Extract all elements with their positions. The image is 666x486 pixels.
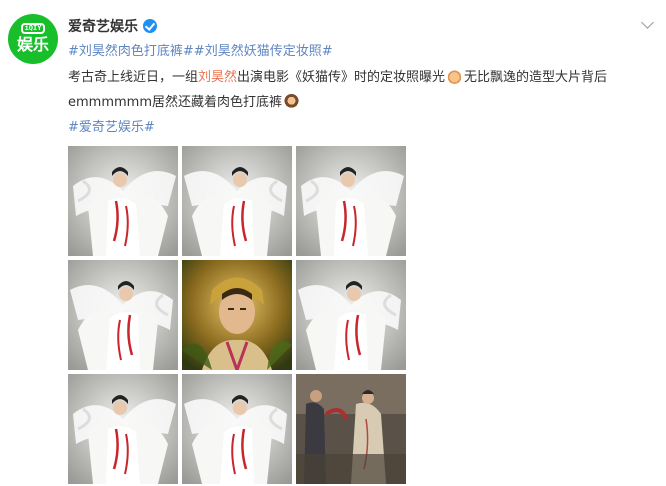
photo-white-costume-6[interactable]: [68, 374, 178, 484]
account-header: 爱奇艺娱乐: [68, 16, 157, 36]
account-name[interactable]: 爱奇艺娱乐: [68, 16, 138, 36]
footer-tag-line: #爱奇艺娱乐#: [68, 118, 155, 138]
mention-link[interactable]: 刘昊然: [198, 70, 237, 85]
hashtags-line: #刘昊然肉色打底裤##刘昊然妖猫传定妆照#: [68, 42, 333, 62]
photo-white-costume-7[interactable]: [182, 374, 292, 484]
photo-golden-portrait[interactable]: [182, 260, 292, 370]
post-body-line-1: 考古奇上线近日，一组刘昊然出演电影《妖猫传》时的定妆照曝光 无比飘逸的造型大片背后: [68, 68, 607, 88]
photo-white-costume-4[interactable]: [68, 260, 178, 370]
hashtag-link-1[interactable]: #刘昊然肉色打底裤#: [68, 44, 194, 59]
post-body-line-2: emmmmmm居然还藏着肉色打底裤: [68, 93, 301, 113]
photo-white-costume-5[interactable]: [296, 260, 406, 370]
account-avatar[interactable]: iQIY 娱乐: [8, 14, 58, 64]
body-text: 出演电影《妖猫传》时的定妆照曝光: [237, 70, 446, 85]
avatar-logo-mark: iQIY: [21, 23, 45, 34]
verified-badge-icon: [143, 19, 157, 33]
photo-white-costume-3[interactable]: [296, 146, 406, 256]
hashtag-link-2[interactable]: #刘昊然妖猫传定妆照#: [194, 44, 333, 59]
photo-grid: [68, 146, 406, 484]
photo-white-costume-1[interactable]: [68, 146, 178, 256]
photo-white-costume-2[interactable]: [182, 146, 292, 256]
emoji-monkey-icon: [283, 94, 299, 109]
emoji-hand-icon: [447, 69, 463, 84]
avatar-logo-text: 娱乐: [16, 35, 49, 54]
body-text: emmmmmm居然还藏着肉色打底裤: [68, 95, 282, 110]
hashtag-link-footer[interactable]: #爱奇艺娱乐#: [68, 120, 155, 135]
photo-behind-scenes[interactable]: [296, 374, 406, 484]
body-text: 无比飘逸的造型大片背后: [464, 70, 608, 85]
body-text: 考古奇上线近日，一组: [68, 70, 199, 85]
chevron-down-icon[interactable]: [641, 16, 654, 29]
